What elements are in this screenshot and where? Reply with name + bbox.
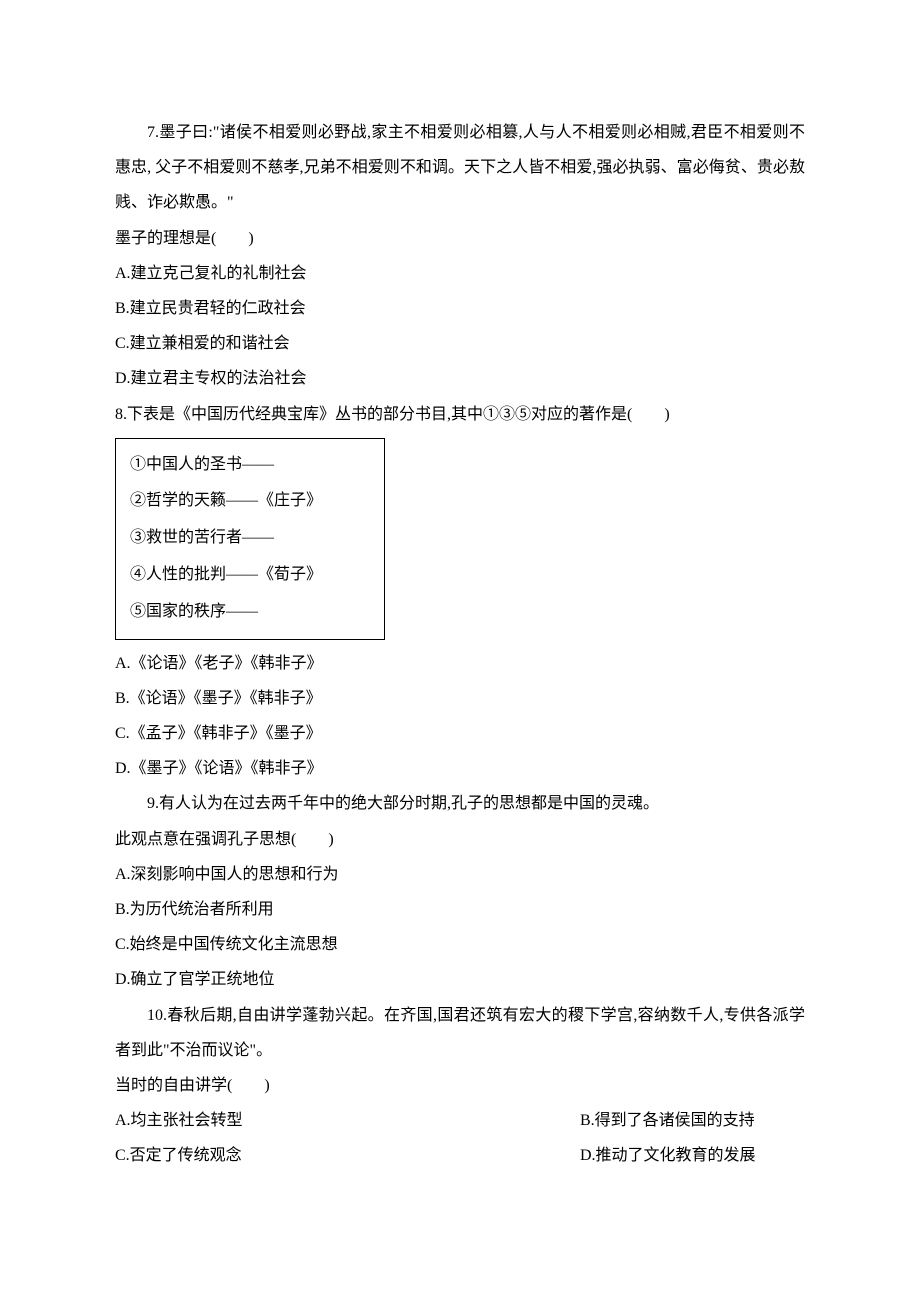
q9-option-d: D.确立了官学正统地位	[115, 962, 805, 997]
q8-box-line3: ③救世的苦行者——	[130, 520, 370, 557]
q10-row1: A.均主张社会转型 B.得到了各诸侯国的支持	[115, 1103, 805, 1138]
q8-option-b: B.《论语》《墨子》《韩非子》	[115, 681, 805, 716]
q8-option-c: C.《孟子》《韩非子》《墨子》	[115, 716, 805, 751]
q8-option-d: D.《墨子》《论语》《韩非子》	[115, 751, 805, 786]
q7-option-a: A.建立克己复礼的礼制社会	[115, 256, 805, 291]
q7-option-b: B.建立民贵君轻的仁政社会	[115, 291, 805, 326]
q9-stem: 此观点意在强调孔子思想( )	[115, 822, 805, 857]
q9-option-a: A.深刻影响中国人的思想和行为	[115, 857, 805, 892]
q7-option-c: C.建立兼相爱的和谐社会	[115, 326, 805, 361]
q8-box-line2: ②哲学的天籁——《庄子》	[130, 483, 370, 520]
q8-box-line5: ⑤国家的秩序——	[130, 594, 370, 631]
q8-text: 8.下表是《中国历代经典宝库》丛书的部分书目,其中①③⑤对应的著作是( )	[115, 397, 805, 432]
q9-option-c: C.始终是中国传统文化主流思想	[115, 927, 805, 962]
q9-option-b: B.为历代统治者所利用	[115, 892, 805, 927]
q8-box-line1: ①中国人的圣书——	[130, 447, 370, 484]
q7-text: 7.墨子曰:"诸侯不相爱则必野战,家主不相爱则必相篡,人与人不相爱则必相贼,君臣…	[115, 115, 805, 221]
q10-text: 10.春秋后期,自由讲学蓬勃兴起。在齐国,国君还筑有宏大的稷下学宫,容纳数千人,…	[115, 998, 805, 1068]
q7-option-d: D.建立君主专权的法治社会	[115, 361, 805, 396]
q10-option-a: A.均主张社会转型	[115, 1103, 460, 1138]
q9-text: 9.有人认为在过去两千年中的绝大部分时期,孔子的思想都是中国的灵魂。	[115, 786, 805, 821]
q7-stem: 墨子的理想是( )	[115, 221, 805, 256]
q10-option-d: D.推动了文化教育的发展	[460, 1138, 805, 1173]
q10-option-c: C.否定了传统观念	[115, 1138, 460, 1173]
q8-box-line4: ④人性的批判——《荀子》	[130, 557, 370, 594]
q8-option-a: A.《论语》《老子》《韩非子》	[115, 646, 805, 681]
q10-row2: C.否定了传统观念 D.推动了文化教育的发展	[115, 1138, 805, 1173]
q10-option-b: B.得到了各诸侯国的支持	[460, 1103, 805, 1138]
q8-table-box: ①中国人的圣书—— ②哲学的天籁——《庄子》 ③救世的苦行者—— ④人性的批判—…	[115, 438, 385, 640]
q10-stem: 当时的自由讲学( )	[115, 1068, 805, 1103]
